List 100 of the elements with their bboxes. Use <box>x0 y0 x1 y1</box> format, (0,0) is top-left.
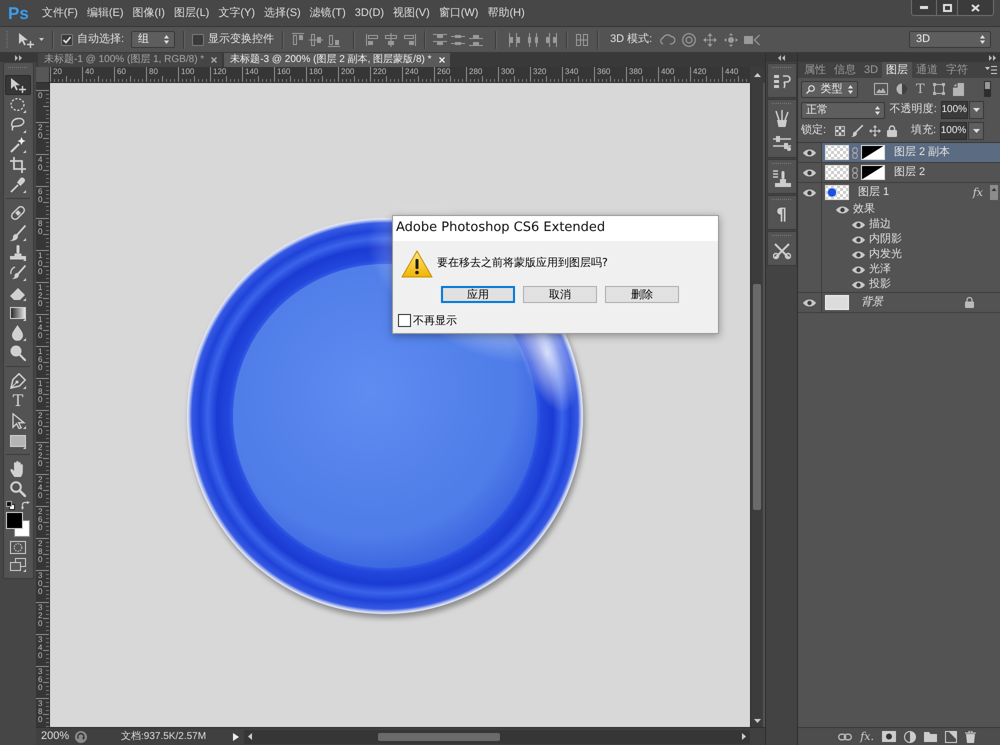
menu-item[interactable]: 帮助(H) <box>483 8 529 18</box>
document-icon[interactable] <box>952 82 964 96</box>
lock-icon[interactable] <box>887 125 898 137</box>
panel-menu-icon[interactable] <box>985 66 997 74</box>
type-tool-button[interactable]: T <box>5 391 31 411</box>
crosshair-arrows-icon[interactable] <box>723 32 740 46</box>
add-style-button[interactable]: fx. <box>860 731 874 742</box>
opacity-field[interactable]: 100% <box>940 101 968 119</box>
distribute-bottom-icon[interactable] <box>469 32 484 46</box>
layer-row[interactable]: 图层 2 副本 <box>822 143 1000 162</box>
type-filter-button[interactable]: T <box>916 82 925 96</box>
video-camera-icon[interactable] <box>744 32 760 46</box>
menu-item[interactable]: 图层(L) <box>170 8 214 18</box>
zoom-field[interactable]: 200% <box>41 730 75 744</box>
brush-icon[interactable] <box>851 125 864 137</box>
cloud-outline-icon[interactable] <box>660 32 676 46</box>
distribute-left-icon[interactable] <box>508 32 522 46</box>
dialog-button[interactable]: 删除 <box>605 286 679 303</box>
close-button[interactable] <box>958 0 994 16</box>
paragraph-panel-button[interactable]: ¶ <box>768 203 794 227</box>
dont-show-checkbox[interactable] <box>398 314 411 328</box>
auto-align-icon[interactable] <box>575 32 590 46</box>
layer-filter-dropdown[interactable]: 类型 <box>801 80 858 98</box>
menu-item[interactable]: 窗口(W) <box>434 8 482 18</box>
distribute-right-icon[interactable] <box>544 32 558 46</box>
align-left-icon[interactable] <box>366 32 380 46</box>
scroll-up-icon[interactable] <box>990 185 998 200</box>
menu-item[interactable]: 编辑(E) <box>82 8 128 18</box>
blend-mode-dropdown[interactable]: 正常 <box>801 102 885 118</box>
align-top-icon[interactable] <box>291 32 306 46</box>
filter-toggle-switch[interactable] <box>984 81 991 97</box>
align-right-icon[interactable] <box>402 32 416 46</box>
menu-item[interactable]: 3D(D) <box>350 8 388 18</box>
move-tool-button[interactable] <box>5 75 31 95</box>
brush-cup-icon[interactable] <box>772 110 790 128</box>
scrollbar-thumb[interactable] <box>378 732 500 740</box>
double-arrow-icon[interactable] <box>778 54 785 60</box>
trash-icon[interactable] <box>965 730 976 742</box>
eye-icon[interactable] <box>803 188 816 198</box>
menu-item[interactable]: 图像(I) <box>128 8 169 18</box>
align-middle-icon[interactable] <box>309 32 324 46</box>
layer-row[interactable]: 图层 1 fx <box>822 183 1000 202</box>
image-icon[interactable] <box>874 83 888 95</box>
double-arrow-icon[interactable] <box>14 54 22 60</box>
maximize-button[interactable] <box>937 0 958 16</box>
swap-arrows-icon[interactable] <box>21 501 30 510</box>
scissors-icon[interactable] <box>772 242 790 260</box>
double-arrow-icon[interactable] <box>989 54 996 60</box>
half-circle-icon[interactable] <box>896 83 908 95</box>
auto-select-dropdown[interactable]: 组 <box>131 31 176 48</box>
overlapping-windows-icon[interactable] <box>10 558 26 572</box>
panel-tab[interactable]: 字符 <box>942 62 972 78</box>
document-tab[interactable]: 未标题-3 @ 200% (图层 2 副本, 图层蒙版/8) * <box>224 53 450 67</box>
eye-icon[interactable] <box>836 204 849 214</box>
scroll-left-icon[interactable] <box>248 733 252 740</box>
stamp-list-icon[interactable] <box>772 170 790 188</box>
eye-icon[interactable] <box>852 280 865 290</box>
distribute-center-icon[interactable] <box>526 32 540 46</box>
four-way-arrows-icon[interactable] <box>869 125 882 137</box>
checkerboard-icon[interactable] <box>835 126 846 136</box>
menu-item[interactable]: 滤镜(T) <box>306 8 350 18</box>
eye-icon[interactable] <box>803 168 816 178</box>
eye-icon[interactable] <box>803 148 816 158</box>
auto-select-checkbox[interactable] <box>61 34 73 46</box>
eye-icon[interactable] <box>852 250 865 260</box>
panel-tab[interactable]: 属性 <box>800 62 830 78</box>
eye-icon[interactable] <box>852 220 865 230</box>
sliders-icon[interactable] <box>772 134 790 152</box>
scrollbar-thumb[interactable] <box>753 284 761 510</box>
fill-menu-button[interactable] <box>968 122 984 140</box>
menu-item[interactable]: 文件(F) <box>38 8 82 18</box>
default-colors-icon[interactable] <box>6 501 15 510</box>
eye-icon[interactable] <box>852 264 865 274</box>
mask-icon[interactable] <box>882 731 896 742</box>
menu-item[interactable]: 视图(V) <box>389 8 434 18</box>
workspace-dropdown[interactable]: 3D <box>909 31 991 48</box>
layer-row[interactable]: 背景 <box>822 293 1000 312</box>
close-icon[interactable] <box>211 57 218 63</box>
quick-mask-icon[interactable] <box>10 541 26 554</box>
panel-tab[interactable]: 3D <box>860 62 882 78</box>
align-bottom-icon[interactable] <box>327 32 342 46</box>
half-circle-icon[interactable] <box>904 730 916 742</box>
distribute-top-icon[interactable] <box>433 32 448 46</box>
scroll-up-icon[interactable] <box>754 73 761 77</box>
folded-page-icon[interactable] <box>945 730 957 742</box>
vertical-scrollbar[interactable] <box>750 83 763 727</box>
panel-tab[interactable]: 通道 <box>912 62 942 78</box>
layer-row[interactable]: 图层 2 <box>822 163 1000 182</box>
eye-icon[interactable] <box>803 298 816 308</box>
menu-item[interactable]: 选择(S) <box>260 8 305 18</box>
horizontal-scrollbar[interactable] <box>244 730 750 744</box>
panel-tab[interactable]: 信息 <box>830 62 860 78</box>
eye-icon[interactable] <box>852 234 865 244</box>
minimize-button[interactable] <box>911 0 937 16</box>
dialog-button[interactable]: 取消 <box>523 286 597 303</box>
four-way-arrows-icon[interactable] <box>702 32 718 46</box>
transform-controls-checkbox[interactable] <box>192 34 204 46</box>
corner-square-icon[interactable] <box>932 83 945 95</box>
foreground-background-icon[interactable] <box>6 512 30 537</box>
scroll-right-icon[interactable] <box>742 733 746 740</box>
